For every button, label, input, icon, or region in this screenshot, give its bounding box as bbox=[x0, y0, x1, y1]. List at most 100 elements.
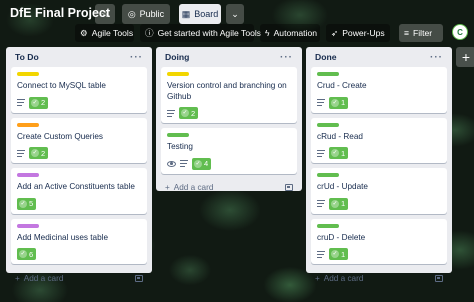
card-label[interactable] bbox=[317, 122, 339, 127]
filter-button[interactable]: ≡ Filter bbox=[399, 24, 443, 42]
card[interactable]: cRud - Read ✓ 1 bbox=[311, 117, 447, 163]
card-label[interactable] bbox=[17, 72, 39, 76]
add-card-label: Add a card bbox=[23, 273, 64, 283]
card-title: Connect to MySQL table bbox=[17, 81, 106, 90]
list-title[interactable]: Done bbox=[315, 52, 336, 62]
automation-button[interactable]: ϟ Automation bbox=[260, 24, 320, 42]
checklist-count: 2 bbox=[191, 108, 196, 118]
board-view-button[interactable]: ▦ Board bbox=[179, 4, 221, 24]
checklist-count: 5 bbox=[29, 199, 34, 208]
card-label[interactable] bbox=[167, 72, 189, 76]
get-started-button[interactable]: ⓘ Get started with Agile Tools bbox=[140, 24, 261, 42]
agile-tools-label: Agile Tools bbox=[91, 28, 134, 38]
card-label[interactable] bbox=[17, 173, 39, 177]
template-icon[interactable] bbox=[435, 274, 443, 282]
description-icon bbox=[317, 200, 325, 207]
plus-icon: + bbox=[315, 273, 320, 283]
eye-icon bbox=[167, 160, 176, 167]
card[interactable]: Add Medicinal uses table ✓ 6 bbox=[11, 218, 147, 264]
description-icon bbox=[167, 109, 175, 117]
checklist-count: 4 bbox=[204, 159, 209, 168]
plus-icon: + bbox=[165, 183, 170, 192]
card[interactable]: cruD - Delete ✓ 1 bbox=[311, 218, 447, 264]
checklist-count: 1 bbox=[341, 249, 346, 259]
visibility-label: Public bbox=[139, 9, 165, 19]
card-title: Add Medicinal uses table bbox=[17, 232, 109, 242]
agile-tools-button[interactable]: ⚙ Agile Tools bbox=[75, 24, 134, 42]
checklist-icon: ✓ bbox=[194, 159, 202, 168]
avatar[interactable]: C bbox=[452, 24, 468, 40]
lightning-icon: ϟ bbox=[265, 28, 270, 38]
card-label[interactable] bbox=[317, 173, 339, 177]
filter-label: Filter bbox=[413, 28, 433, 38]
list-header[interactable]: To Do ··· bbox=[11, 47, 147, 67]
card[interactable]: Create Custom Queries ✓ 2 bbox=[11, 117, 147, 163]
card-badges: ✓ 1 bbox=[317, 197, 441, 210]
list-menu-icon[interactable]: ··· bbox=[430, 52, 443, 63]
card-title: Add an Active Constituents table bbox=[17, 182, 135, 191]
list-header[interactable]: Done ··· bbox=[311, 47, 447, 67]
card[interactable]: crUd - Update ✓ 1 bbox=[311, 168, 447, 214]
checklist-badge: ✓ 2 bbox=[179, 107, 199, 119]
board-view-icon: ▦ bbox=[181, 8, 191, 19]
checklist-icon: ✓ bbox=[331, 149, 339, 157]
description-icon bbox=[17, 99, 25, 106]
checklist-badge: ✓ 1 bbox=[329, 147, 349, 159]
checklist-count: 1 bbox=[341, 98, 346, 107]
star-icon: ☆ bbox=[100, 8, 110, 19]
card-badges: ✓ 1 bbox=[317, 96, 441, 109]
template-icon[interactable] bbox=[285, 184, 293, 191]
card-label[interactable] bbox=[317, 223, 339, 228]
checklist-badge: ✓ 5 bbox=[17, 197, 37, 210]
card-title: cruD - Delete bbox=[317, 232, 366, 242]
card-badges: ✓ 2 bbox=[17, 147, 141, 159]
card-label[interactable] bbox=[17, 122, 39, 127]
card-badges: ✓ 2 bbox=[167, 107, 291, 119]
star-button[interactable]: ☆ bbox=[95, 4, 115, 24]
card-badges: ✓ 6 bbox=[17, 248, 141, 260]
card-title: Version control and branching on Github bbox=[167, 81, 287, 101]
checklist-icon: ✓ bbox=[331, 250, 339, 258]
checklist-badge: ✓ 1 bbox=[329, 197, 349, 210]
get-started-label: Get started with Agile Tools bbox=[157, 28, 262, 38]
visibility-button[interactable]: ◎ Public bbox=[122, 4, 170, 24]
add-card-label: Add a card bbox=[173, 183, 214, 192]
card-label[interactable] bbox=[317, 72, 339, 76]
view-switcher-dropdown[interactable]: ⌄ bbox=[226, 4, 244, 24]
chevron-down-icon: ⌄ bbox=[231, 8, 239, 19]
agile-tools-icon: ⚙ bbox=[80, 27, 88, 38]
card-label[interactable] bbox=[167, 133, 189, 137]
card-label[interactable] bbox=[17, 223, 39, 228]
filter-icon: ≡ bbox=[404, 28, 410, 38]
description-icon bbox=[317, 99, 325, 106]
card[interactable]: Connect to MySQL table ✓ 2 bbox=[11, 67, 147, 113]
card[interactable]: Version control and branching on Github … bbox=[161, 67, 297, 123]
list-header[interactable]: Doing ··· bbox=[161, 47, 297, 67]
list-doing: Doing ··· Version control and branching … bbox=[156, 47, 302, 192]
list-menu-icon[interactable]: ··· bbox=[280, 52, 293, 63]
list-title[interactable]: To Do bbox=[15, 52, 39, 62]
description-icon bbox=[317, 149, 325, 157]
card[interactable]: Crud - Create ✓ 1 bbox=[311, 67, 447, 113]
checklist-count: 1 bbox=[341, 148, 346, 158]
add-card-row: + Add a card bbox=[11, 269, 147, 287]
list-title[interactable]: Doing bbox=[165, 52, 189, 62]
template-icon[interactable] bbox=[135, 274, 143, 282]
automation-label: Automation bbox=[273, 28, 318, 38]
add-list-button[interactable]: + bbox=[456, 47, 474, 67]
card[interactable]: Testing ✓ 4 bbox=[161, 128, 297, 174]
card-title: Create Custom Queries bbox=[17, 131, 104, 141]
add-card-button[interactable]: + Add a card bbox=[165, 183, 213, 192]
card-title: crUd - Update bbox=[317, 182, 368, 191]
checklist-badge: ✓ 2 bbox=[29, 147, 49, 159]
card-title: Crud - Create bbox=[317, 81, 367, 90]
power-ups-button[interactable]: ➶ Power-Ups bbox=[326, 24, 390, 42]
card[interactable]: Add an Active Constituents table ✓ 5 bbox=[11, 168, 147, 214]
checklist-badge: ✓ 1 bbox=[329, 96, 349, 109]
list-menu-icon[interactable]: ··· bbox=[130, 52, 143, 63]
add-card-button[interactable]: + Add a card bbox=[15, 274, 63, 283]
add-card-button[interactable]: + Add a card bbox=[315, 274, 363, 283]
checklist-badge: ✓ 4 bbox=[192, 157, 212, 170]
add-card-row: + Add a card bbox=[311, 269, 447, 287]
plus-icon: + bbox=[15, 273, 20, 283]
